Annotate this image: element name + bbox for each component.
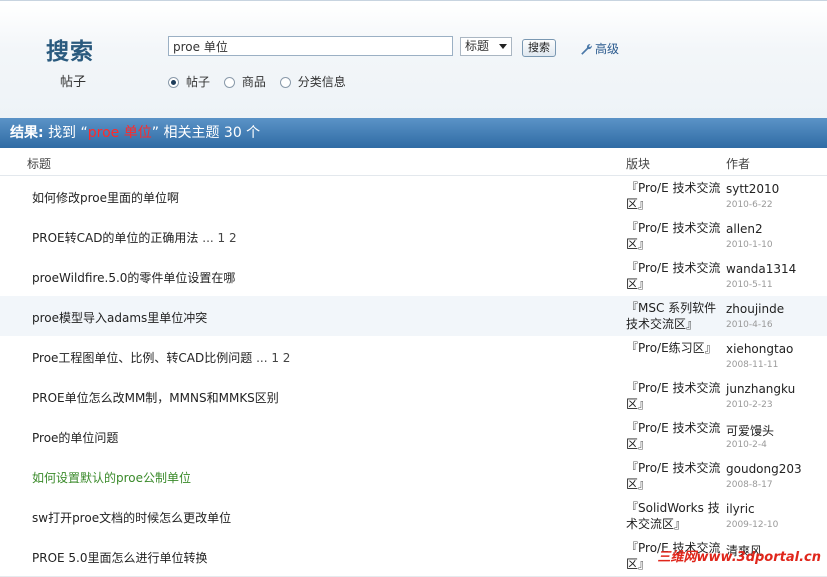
post-date: 2010-5-11 <box>726 280 773 290</box>
radio-label: 帖子 <box>186 75 211 89</box>
thread-title: 如何设置默认的proe公制单位 <box>32 471 192 485</box>
search-input[interactable] <box>168 36 453 56</box>
thread-title-link[interactable]: PROE单位怎么改MM制，MMNS和MMKS区别 <box>32 389 279 406</box>
thread-title-link[interactable]: PROE 5.0里面怎么进行单位转换 <box>32 549 208 566</box>
results-keyword: proe 单位 <box>87 125 152 141</box>
header-author: 作者 <box>726 157 751 171</box>
forum-link[interactable]: 『SolidWorks 技术交流区』 <box>626 500 724 534</box>
post-date: 2008-11-11 <box>726 360 779 370</box>
results-suffix: 相关主题 <box>163 125 220 141</box>
post-date: 2008-8-17 <box>726 480 773 490</box>
post-date: 2010-2-23 <box>726 400 773 410</box>
wrench-icon <box>580 43 592 55</box>
table-row: PROE转CAD的单位的正确用法 ... 1 2 『Pro/E 技术交流区』 all… <box>0 216 827 257</box>
chevron-down-icon <box>499 44 507 49</box>
forum-link[interactable]: 『Pro/E 技术交流区』 <box>626 260 724 294</box>
results-found: 找到 <box>48 125 77 141</box>
thread-title: Proe工程图单位、比例、转CAD比例问题 <box>32 351 253 365</box>
thread-title-link[interactable]: Proe工程图单位、比例、转CAD比例问题 ... 1 2 <box>32 349 290 366</box>
results-prefix: 结果: <box>10 125 44 141</box>
results-keyword-open: “ <box>80 125 88 141</box>
thread-title-link[interactable]: 如何设置默认的proe公制单位 <box>32 469 191 486</box>
radio-classifieds[interactable]: 分类信息 <box>279 73 346 90</box>
search-panel: 搜索 帖子 标题 搜索 高级 帖子 商品 分类信息 <box>0 4 827 118</box>
forum-link[interactable]: 『Pro/E 技术交流区』 <box>626 380 724 414</box>
post-date: 2010-6-22 <box>726 200 773 210</box>
thread-title-link[interactable]: Proe的单位问题 <box>32 429 118 446</box>
thread-title: sw打开proe文档的时候怎么更改单位 <box>32 511 232 525</box>
thread-title: PROE单位怎么改MM制，MMNS和MMKS区别 <box>32 391 279 405</box>
author-link[interactable]: xiehongtao <box>726 342 793 356</box>
radio-goods[interactable]: 商品 <box>223 73 266 90</box>
forum-link[interactable]: 『Pro/E 技术交流区』 <box>626 220 724 254</box>
radio-unchecked-icon <box>223 77 235 88</box>
author-link[interactable]: zhoujinde <box>726 302 784 316</box>
header-title: 标题 <box>27 157 52 171</box>
thread-title: proeWildfire.5.0的零件单位设置在哪 <box>32 271 236 285</box>
results-keyword-close: ” <box>151 125 160 141</box>
table-row: sw打开proe文档的时候怎么更改单位 『SolidWorks 技术交流区』 ily… <box>0 496 827 537</box>
header-forum: 版块 <box>626 157 651 171</box>
table-row: PROE单位怎么改MM制，MMNS和MMKS区别 『Pro/E 技术交流区』 jun… <box>0 376 827 417</box>
thread-pages[interactable]: ... 1 2 <box>202 231 236 245</box>
forum-link[interactable]: 『Pro/E 技术交流区』 <box>626 180 724 214</box>
search-scope-value: 标题 <box>465 39 490 53</box>
results-count: 30 个 <box>223 125 261 141</box>
search-scope-select[interactable]: 标题 <box>460 37 512 56</box>
radio-label: 分类信息 <box>297 75 346 89</box>
thread-title: Proe的单位问题 <box>32 431 119 445</box>
table-row: proeWildfire.5.0的零件单位设置在哪 『Pro/E 技术交流区』 wa… <box>0 256 827 297</box>
advanced-search-link[interactable]: 高级 <box>580 40 619 57</box>
post-date: 2009-12-10 <box>726 520 779 530</box>
search-subheading: 帖子 <box>60 75 87 90</box>
table-row: 如何设置默认的proe公制单位 『Pro/E 技术交流区』 goudong203 20… <box>0 456 827 497</box>
author-link[interactable]: 可爱馒头 <box>726 422 774 439</box>
forum-link[interactable]: 『Pro/E练习区』 <box>626 340 724 374</box>
table-row: 如何修改proe里面的单位啊 『Pro/E 技术交流区』 sytt2010 2010-… <box>0 176 827 217</box>
search-heading: 搜索 <box>46 39 94 65</box>
post-date: 2010-1-10 <box>726 240 773 250</box>
author-link[interactable]: goudong203 <box>726 462 802 476</box>
forum-link[interactable]: 『Pro/E 技术交流区』 <box>626 460 724 494</box>
forum-link[interactable]: 『MSC 系列软件技术交流区』 <box>626 300 724 334</box>
table-header: 标题 版块 作者 <box>0 148 827 176</box>
thread-title-link[interactable]: proeWildfire.5.0的零件单位设置在哪 <box>32 269 235 286</box>
thread-pages[interactable]: ... 1 2 <box>256 351 290 365</box>
forum-link[interactable]: 『Pro/E 技术交流区』 <box>626 420 724 454</box>
search-button[interactable]: 搜索 <box>522 39 556 57</box>
table-row: Proe工程图单位、比例、转CAD比例问题 ... 1 2 『Pro/E练习区』 x… <box>0 336 827 377</box>
radio-posts[interactable]: 帖子 <box>168 73 210 90</box>
results-header: 结果: 找到 “proe 单位” 相关主题 30 个 <box>0 118 827 148</box>
thread-title-link[interactable]: PROE转CAD的单位的正确用法 ... 1 2 <box>32 229 237 246</box>
search-type-group: 帖子 商品 分类信息 <box>168 73 356 90</box>
thread-title: 如何修改proe里面的单位啊 <box>32 191 180 205</box>
thread-title: PROE转CAD的单位的正确用法 <box>32 231 199 245</box>
author-link[interactable]: junzhangku <box>726 382 795 396</box>
author-link[interactable]: sytt2010 <box>726 182 779 196</box>
radio-unchecked-icon <box>279 77 291 88</box>
thread-title-link[interactable]: proe模型导入adams里单位冲突 <box>32 309 207 326</box>
author-link[interactable]: wanda1314 <box>726 262 796 276</box>
radio-checked-icon <box>168 77 179 88</box>
thread-title-link[interactable]: 如何修改proe里面的单位啊 <box>32 189 179 206</box>
thread-title-link[interactable]: sw打开proe文档的时候怎么更改单位 <box>32 509 231 526</box>
table-row: Proe的单位问题 『Pro/E 技术交流区』 可爱馒头 2010-2-4 <box>0 416 827 457</box>
post-date: 2010-4-16 <box>726 320 773 330</box>
advanced-label: 高级 <box>595 42 620 56</box>
thread-title: proe模型导入adams里单位冲突 <box>32 311 208 325</box>
table-row: proe模型导入adams里单位冲突 『MSC 系列软件技术交流区』 zhoujin… <box>0 296 827 337</box>
radio-label: 商品 <box>241 75 266 89</box>
site-watermark: 三维网www.3dportal.cn <box>657 550 821 565</box>
post-date: 2010-2-4 <box>726 440 767 450</box>
author-link[interactable]: allen2 <box>726 222 763 236</box>
thread-title: PROE 5.0里面怎么进行单位转换 <box>32 551 208 565</box>
author-link[interactable]: ilyric <box>726 502 755 516</box>
